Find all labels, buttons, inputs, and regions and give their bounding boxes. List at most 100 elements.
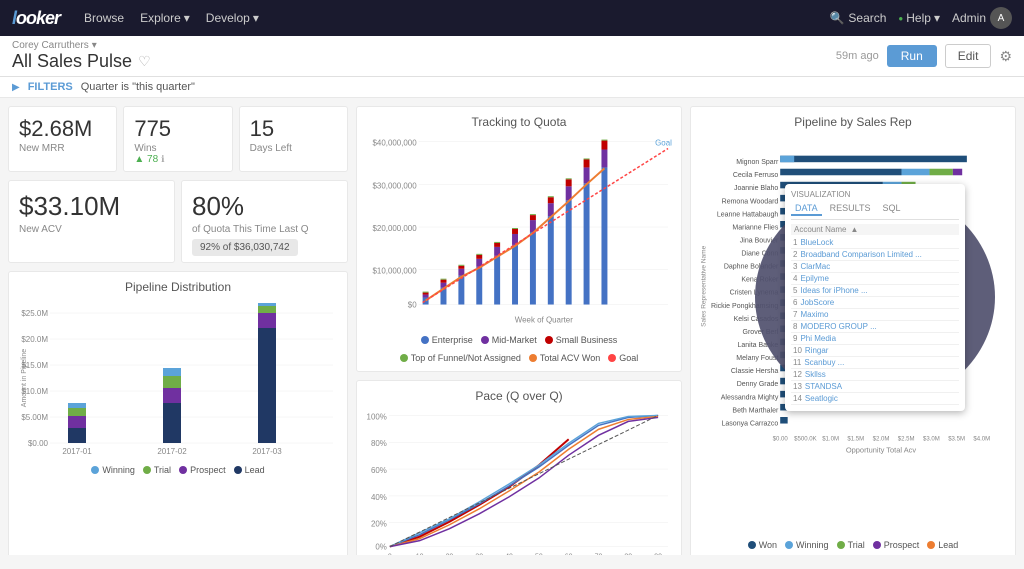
quota-kpi-card: 80% of Quota This Time Last Q 92% of $36… <box>181 180 348 263</box>
develop-nav[interactable]: Develop ▾ <box>206 11 259 25</box>
svg-text:$0.00: $0.00 <box>28 439 49 448</box>
svg-text:$30,000,000: $30,000,000 <box>373 181 418 190</box>
kpi-row-1: $2.68M New MRR 775 Wins ▲ 78 ℹ 15 Days L… <box>8 106 348 172</box>
svg-text:$0: $0 <box>408 301 417 310</box>
svg-text:Leanne Hattabaugh: Leanne Hattabaugh <box>717 211 779 218</box>
svg-text:0%: 0% <box>375 543 386 552</box>
svg-text:10: 10 <box>416 554 424 555</box>
svg-text:Cecila Ferruso: Cecila Ferruso <box>733 172 779 179</box>
svg-text:$3.5M: $3.5M <box>948 436 965 442</box>
pace-svg: 100% 80% 60% 40% 20% 0% <box>365 407 673 555</box>
popup-row-2: 2Broadband Comparison Limited ... <box>791 249 959 261</box>
last-run-time: 59m ago <box>836 50 879 62</box>
popup-row-13: 13STANDSA <box>791 381 959 393</box>
nav-right-section: 🔍 Search ● Help ▾ Admin A <box>829 7 1012 29</box>
legend-prospect: Prospect <box>179 465 226 475</box>
popup-row-8: 8MODERO GROUP ... <box>791 321 959 333</box>
svg-text:80: 80 <box>624 554 632 555</box>
page-title: All Sales Pulse ♡ <box>12 51 151 72</box>
admin-button[interactable]: Admin A <box>952 7 1012 29</box>
popup-tab-sql[interactable]: SQL <box>879 202 905 216</box>
run-button[interactable]: Run <box>887 45 937 67</box>
popup-tab-data[interactable]: DATA <box>791 202 822 216</box>
tracking-quota-chart: Tracking to Quota $40,000,000 $30,000,00… <box>356 106 682 372</box>
quota-detail-button[interactable]: 92% of $36,030,742 <box>192 239 298 256</box>
data-popup: VISUALIZATION DATA RESULTS SQL Account N… <box>785 184 965 411</box>
legend-enterprise: Enterprise <box>421 335 473 345</box>
search-icon: 🔍 <box>829 11 844 25</box>
heart-icon[interactable]: ♡ <box>138 53 151 70</box>
popup-row-10: 10Ringar <box>791 345 959 357</box>
svg-text:Lasonya Carrazco: Lasonya Carrazco <box>722 420 779 427</box>
svg-text:$2.0M: $2.0M <box>873 436 890 442</box>
popup-tabs: DATA RESULTS SQL <box>791 202 959 220</box>
filter-arrow-icon[interactable]: ▶ <box>12 82 20 93</box>
svg-text:20: 20 <box>446 554 454 555</box>
browse-nav[interactable]: Browse <box>84 11 124 25</box>
svg-text:Classie Hersha: Classie Hersha <box>731 368 779 375</box>
svg-text:$10,000,000: $10,000,000 <box>373 267 418 276</box>
sub-navigation: Corey Carruthers ▾ All Sales Pulse ♡ 59m… <box>0 36 1024 77</box>
logo: looker <box>12 8 60 29</box>
svg-text:40%: 40% <box>371 493 387 502</box>
top-navigation: looker Browse Explore ▾ Develop ▾ 🔍 Sear… <box>0 0 1024 36</box>
breadcrumb: Corey Carruthers ▾ <box>12 40 151 51</box>
svg-text:Melany Foust: Melany Foust <box>736 355 778 362</box>
wins-value: 775 <box>134 117 221 141</box>
svg-text:Amount in Pipeline: Amount in Pipeline <box>21 349 28 407</box>
svg-text:Joannie Blaho: Joannie Blaho <box>734 185 778 192</box>
pace-chart: Pace (Q over Q) 100% 80% 60% 40% 20% 0% <box>356 380 682 555</box>
days-value: 15 <box>250 117 337 141</box>
svg-text:60%: 60% <box>371 466 387 475</box>
wins-kpi-card: 775 Wins ▲ 78 ℹ <box>123 106 232 172</box>
popup-rows: 1BlueLock 2Broadband Comparison Limited … <box>791 237 959 405</box>
legend-trial: Trial <box>143 465 171 475</box>
svg-text:30: 30 <box>475 554 483 555</box>
svg-text:$25.0M: $25.0M <box>21 309 48 318</box>
svg-text:$20.0M: $20.0M <box>21 335 48 344</box>
gear-icon[interactable]: ⚙ <box>999 48 1012 65</box>
middle-column: Tracking to Quota $40,000,000 $30,000,00… <box>356 106 682 555</box>
popup-row-6: 6JobScore <box>791 297 959 309</box>
kpi-row-2: $33.10M New ACV 80% of Quota This Time L… <box>8 180 348 263</box>
svg-text:$1.5M: $1.5M <box>847 436 864 442</box>
wins-label: Wins <box>134 143 221 154</box>
info-icon: ℹ <box>161 154 164 165</box>
tracking-title: Tracking to Quota <box>365 115 673 129</box>
popup-tab-results[interactable]: RESULTS <box>826 202 875 216</box>
title-section: Corey Carruthers ▾ All Sales Pulse ♡ <box>12 40 151 72</box>
help-button[interactable]: ● Help ▾ <box>898 11 940 25</box>
legend-lead: Lead <box>234 465 265 475</box>
pipeline-dist-legend: Winning Trial Prospect Lead <box>17 465 339 475</box>
left-column: $2.68M New MRR 775 Wins ▲ 78 ℹ 15 Days L… <box>8 106 348 555</box>
mrr-label: New MRR <box>19 143 106 154</box>
pipeline-dist-svg: $25.0M $20.0M $15.0M $10.0M $5.00M $0.00 <box>17 298 339 458</box>
pipeline-distribution-chart: Pipeline Distribution $25.0M $20.0M $15.… <box>8 271 348 555</box>
legend-goal: Goal <box>608 353 638 363</box>
popup-title: VISUALIZATION <box>791 190 959 199</box>
explore-nav[interactable]: Explore ▾ <box>140 11 190 25</box>
svg-text:$3.0M: $3.0M <box>923 436 940 442</box>
popup-row-5: 5Ideas for iPhone ... <box>791 285 959 297</box>
main-content: $2.68M New MRR 775 Wins ▲ 78 ℹ 15 Days L… <box>0 98 1024 555</box>
days-label: Days Left <box>250 143 337 154</box>
tracking-legend: Enterprise Mid-Market Small Business Top… <box>365 335 673 363</box>
search-button[interactable]: 🔍 Search <box>829 11 886 25</box>
edit-button[interactable]: Edit <box>945 44 992 68</box>
trend-up-icon: ▲ 78 <box>134 154 158 165</box>
svg-text:Denny Grade: Denny Grade <box>737 381 779 388</box>
sales-rep-chart: Pipeline by Sales Rep Mignon Sparr Cecil… <box>690 106 1016 555</box>
svg-text:90: 90 <box>654 554 662 555</box>
filter-label: FILTERS <box>28 81 73 93</box>
svg-text:$40,000,000: $40,000,000 <box>373 139 418 148</box>
svg-text:2017-01: 2017-01 <box>62 447 92 456</box>
svg-text:Marianne Flies: Marianne Flies <box>732 224 778 231</box>
acv-value: $33.10M <box>19 191 164 222</box>
status-dot: ● <box>898 14 903 23</box>
svg-text:$20,000,000: $20,000,000 <box>373 224 418 233</box>
svg-text:$1.0M: $1.0M <box>822 436 839 442</box>
popup-row-4: 4Epilyme <box>791 273 959 285</box>
quota-value: 80% <box>192 191 337 222</box>
svg-text:Opportunity Total Acv: Opportunity Total Acv <box>846 445 917 454</box>
svg-text:40: 40 <box>505 554 513 555</box>
